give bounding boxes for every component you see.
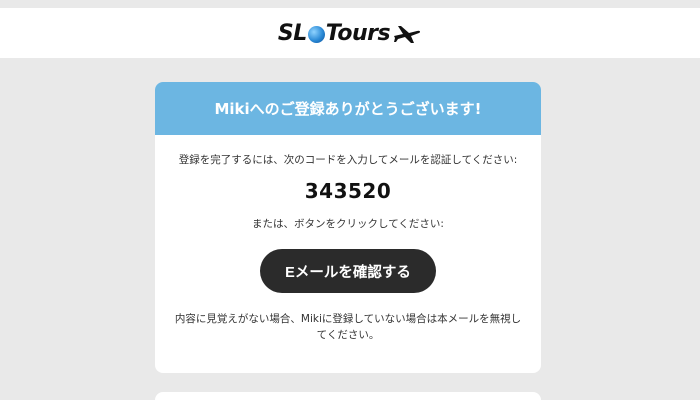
logo-text-prefix: SL	[277, 20, 307, 46]
email-page: SL Tours Mikiへのご登録ありがとうございます! 登録を完了するには、…	[0, 0, 700, 400]
instruction-text: 登録を完了するには、次のコードを入力してメールを認証してください:	[178, 154, 518, 166]
airplane-icon	[394, 26, 421, 43]
next-card-edge	[155, 392, 541, 400]
brand-header: SL Tours	[0, 8, 700, 58]
card-header: Mikiへのご登録ありがとうございます!	[155, 82, 541, 135]
card-title: Mikiへのご登録ありがとうございます!	[214, 100, 482, 118]
ignore-notice: 内容に見覚えがない場合、Mikiに登録していない場合は本メールを無視してください…	[174, 313, 522, 341]
verify-email-button[interactable]: Eメールを確認する	[260, 249, 436, 293]
button-wrapper: Eメールを確認する	[155, 249, 541, 293]
logo-text-suffix: Tours	[325, 20, 391, 46]
verification-card: Mikiへのご登録ありがとうございます! 登録を完了するには、次のコードを入力し…	[155, 82, 541, 373]
or-text: または、ボタンをクリックしてください:	[252, 218, 444, 230]
globe-icon	[307, 25, 325, 43]
verification-code: 343520	[304, 179, 392, 203]
slotours-logo: SL Tours	[278, 21, 422, 46]
top-strip	[0, 0, 700, 8]
